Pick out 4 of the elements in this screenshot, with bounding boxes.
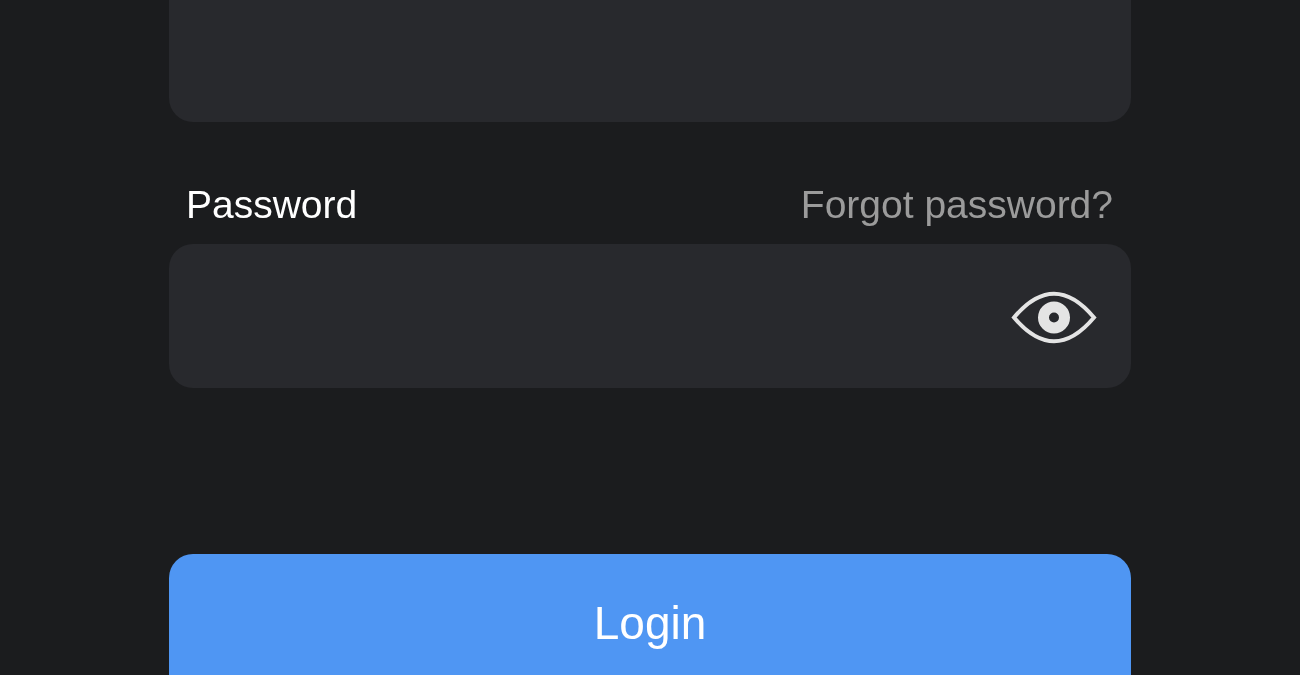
password-field[interactable] bbox=[169, 244, 1131, 388]
field-label: Password bbox=[186, 182, 358, 228]
eye-icon[interactable] bbox=[1011, 290, 1097, 345]
forgot-password-link[interactable]: Forgot password? bbox=[800, 182, 1113, 228]
